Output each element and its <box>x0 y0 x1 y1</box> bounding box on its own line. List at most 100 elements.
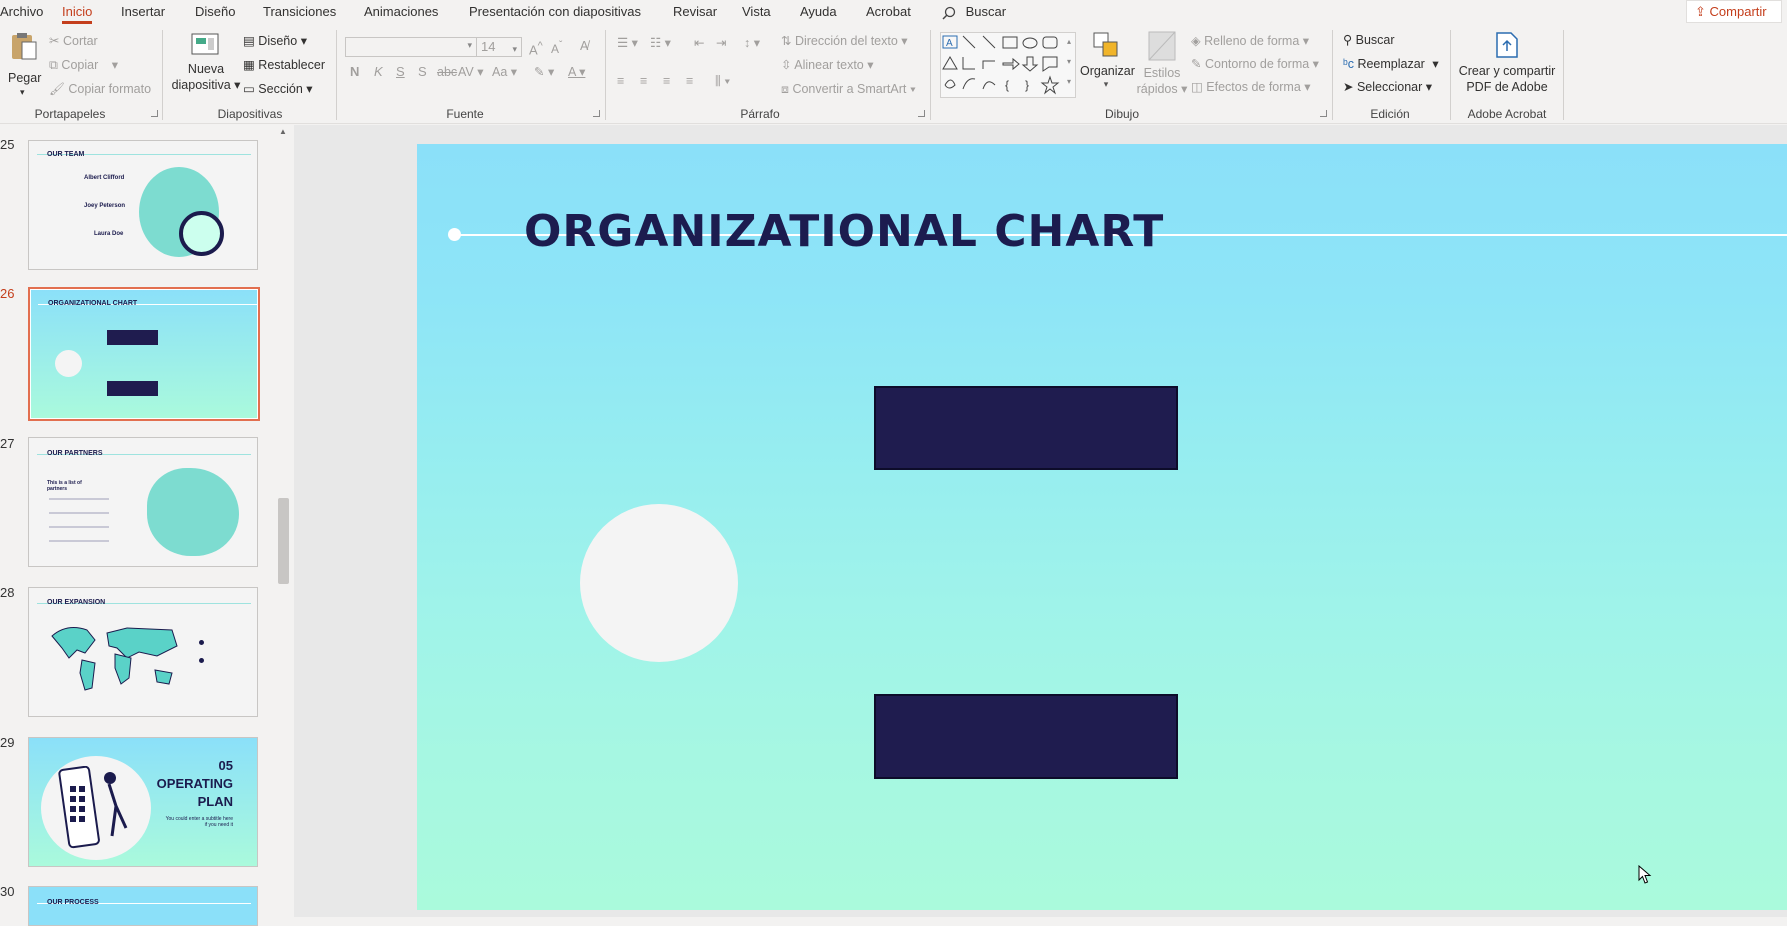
thumbnail-scrollbar[interactable]: ▲ <box>274 125 293 917</box>
format-painter-button[interactable]: 🖌 Copiar formato <box>49 81 151 97</box>
slide-thumbnail-25[interactable]: OUR TEAM Albert Clifford Joey Peterson L… <box>28 140 258 270</box>
tab-acrobat[interactable]: Acrobat <box>866 3 911 21</box>
bullets-icon[interactable]: ☰ ▾ <box>617 35 638 51</box>
tab-presentacion[interactable]: Presentación con diapositivas <box>469 3 641 21</box>
align-center-icon[interactable]: ≡ <box>640 73 647 89</box>
divider <box>605 30 606 120</box>
shape-fill-button[interactable]: ◈ Relleno de forma ▾ <box>1191 33 1309 49</box>
thumb-title: ORGANIZATIONAL CHART <box>48 300 138 307</box>
gallery-scroll-icon[interactable]: ▴ ▾ ▾ <box>1067 32 1071 92</box>
create-pdf-button[interactable]: Crear y compartir PDF de Adobe <box>1455 30 1559 104</box>
font-color-icon[interactable]: A ▾ <box>568 64 585 80</box>
underline-icon[interactable]: S <box>396 64 405 80</box>
tab-vista[interactable]: Vista <box>742 3 771 21</box>
cut-button[interactable]: ✂ Cortar <box>49 33 98 49</box>
new-slide-button[interactable]: Nueva diapositiva ▾ <box>170 30 242 104</box>
change-case-icon[interactable]: Aa ▾ <box>492 64 517 80</box>
title-line-dot <box>448 228 461 241</box>
replace-button[interactable]: ᵇc Reemplazar ▾ <box>1343 56 1439 72</box>
find-button[interactable]: ⚲ Buscar <box>1343 32 1395 48</box>
slide-thumbnail-26[interactable]: ORGANIZATIONAL CHART <box>28 287 260 421</box>
parrafo-launcher-icon[interactable] <box>918 110 925 117</box>
scroll-up-icon[interactable]: ▲ <box>279 127 287 136</box>
slide-title[interactable]: ORGANIZATIONAL CHART <box>524 206 1164 257</box>
increase-indent-icon[interactable]: ⇥ <box>716 35 726 51</box>
tab-animaciones[interactable]: Animaciones <box>364 3 438 21</box>
thumb-name: Joey Peterson <box>84 203 126 209</box>
mouse-cursor-icon <box>1638 865 1652 884</box>
shape-outline-label: Contorno de forma <box>1204 57 1310 71</box>
svg-text:}: } <box>1025 78 1029 92</box>
org-chart-box[interactable] <box>874 386 1178 470</box>
columns-icon[interactable]: ⫼ ▾ <box>715 73 730 89</box>
paste-button[interactable]: Pegar ▾ <box>6 30 42 102</box>
dibujo-launcher-icon[interactable] <box>1320 110 1327 117</box>
reset-button[interactable]: ▦ Restablecer <box>243 57 325 73</box>
image-placeholder-circle[interactable] <box>580 504 738 662</box>
tab-revisar[interactable]: Revisar <box>673 3 717 21</box>
brush-icon: 🖌 <box>49 82 65 96</box>
arrange-button[interactable]: Organizar ▾ <box>1080 30 1135 104</box>
thumb-title: OUR PARTNERS <box>47 450 103 457</box>
copy-icon: ⧉ <box>49 58 58 72</box>
slide-canvas[interactable]: ORGANIZATIONAL CHART <box>417 144 1787 910</box>
shape-effects-label: Efectos de forma <box>1206 80 1301 94</box>
slide-thumbnail-29[interactable]: 05 OPERATING PLAN You could enter a subt… <box>28 737 258 867</box>
slide-thumbnail-28[interactable]: OUR EXPANSION <box>28 587 258 717</box>
align-right-icon[interactable]: ≡ <box>663 73 670 89</box>
shrink-font-icon[interactable]: Aˇ <box>551 38 562 57</box>
line-spacing-icon[interactable]: ↕ ▾ <box>744 35 760 51</box>
tab-diseno[interactable]: Diseño <box>195 3 235 21</box>
thumb-title: OUR PROCESS <box>47 899 99 906</box>
group-label-diapositivas: Diapositivas <box>217 107 283 121</box>
slide-thumbnail-30[interactable]: OUR PROCESS <box>28 886 258 926</box>
text-direction-button[interactable]: ⇅ Dirección del texto ▾ <box>781 33 908 49</box>
align-left-icon[interactable]: ≡ <box>617 73 624 89</box>
tab-insertar[interactable]: Insertar <box>121 3 165 21</box>
clear-format-icon[interactable]: A̸ <box>580 38 588 54</box>
org-chart-box[interactable] <box>874 694 1178 779</box>
slide-thumbnail-27[interactable]: OUR PARTNERS This is a list of partners <box>28 437 258 567</box>
quick-styles-button[interactable]: Estilos rápidos ▾ <box>1136 30 1188 104</box>
thumb-title: OPERATING <box>156 776 233 791</box>
portapapeles-launcher-icon[interactable] <box>151 110 158 117</box>
divider <box>336 30 337 120</box>
bold-icon[interactable]: N <box>350 64 359 80</box>
layout-button[interactable]: ▤ Diseño ▾ <box>243 33 307 49</box>
decrease-indent-icon[interactable]: ⇤ <box>694 35 704 51</box>
shapes-gallery[interactable]: A {} <box>940 32 1076 98</box>
strikethrough-icon[interactable]: abc <box>437 64 457 80</box>
copy-button[interactable]: ⧉ Copiar ▾ <box>49 57 118 73</box>
share-button[interactable]: ⇪ Compartir <box>1686 0 1782 23</box>
convert-smartart-button[interactable]: ⧈ Convertir a SmartArt ▾ <box>781 81 916 97</box>
italic-icon[interactable]: K <box>374 64 383 80</box>
align-text-button[interactable]: ⇳ Alinear texto ▾ <box>781 57 874 73</box>
tab-ayuda[interactable]: Ayuda <box>800 3 837 21</box>
numbering-icon[interactable]: ☷ ▾ <box>650 35 671 51</box>
thumb-title: OUR EXPANSION <box>47 599 106 606</box>
grow-font-icon[interactable]: A^ <box>529 38 543 58</box>
pdf-share-icon <box>1496 32 1518 58</box>
font-size-combo[interactable]: 14 ▾ <box>476 37 522 57</box>
share-icon: ⇪ <box>1695 4 1706 19</box>
shape-effects-button[interactable]: ◫ Efectos de forma ▾ <box>1191 79 1311 95</box>
shape-outline-button[interactable]: ✎ Contorno de forma ▾ <box>1191 56 1319 72</box>
highlight-icon[interactable]: ✎ ▾ <box>534 64 554 80</box>
fuente-launcher-icon[interactable] <box>593 110 600 117</box>
tab-transiciones[interactable]: Transiciones <box>263 3 336 21</box>
scrollbar-thumb[interactable] <box>278 498 289 584</box>
select-button[interactable]: ➤ Seleccionar ▾ <box>1343 79 1432 95</box>
tab-archivo[interactable]: Archivo <box>0 3 43 21</box>
svg-text:{: { <box>1005 78 1009 92</box>
tab-inicio[interactable]: Inicio <box>62 3 93 24</box>
new-slide-icon <box>191 33 219 55</box>
char-spacing-icon[interactable]: AV ▾ <box>458 64 484 80</box>
font-name-combo[interactable]: ▾ <box>345 37 477 57</box>
section-button[interactable]: ▭ Sección ▾ <box>243 81 313 97</box>
search-box[interactable]: Buscar <box>942 3 1006 21</box>
create-pdf-label-2: PDF de Adobe <box>1466 80 1548 94</box>
group-label-dibujo: Dibujo <box>1104 107 1140 121</box>
justify-icon[interactable]: ≡ <box>686 73 693 89</box>
thumb-title: PLAN <box>197 794 233 809</box>
shadow-icon[interactable]: S <box>418 64 427 80</box>
